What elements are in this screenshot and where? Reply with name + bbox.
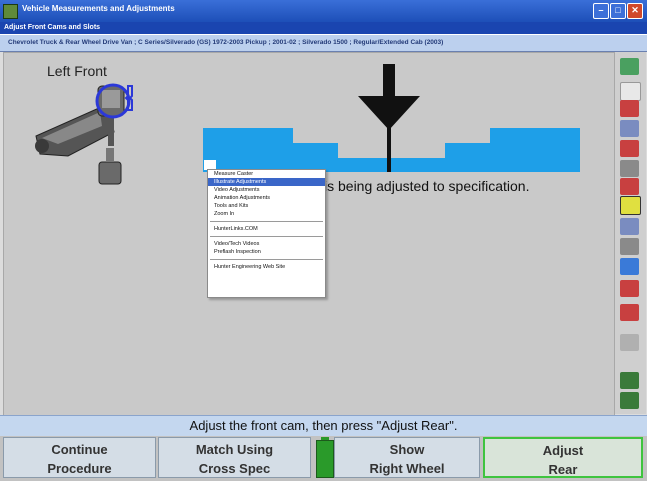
help-icon[interactable] — [620, 58, 639, 75]
menu-item[interactable]: Video Adjustments — [208, 186, 325, 194]
rear-axle-icon[interactable] — [620, 392, 639, 409]
front-axle-icon[interactable] — [620, 372, 639, 389]
window-titlebar: Vehicle Measurements and Adjustments – □… — [0, 0, 647, 22]
maximize-icon[interactable]: □ — [610, 3, 626, 19]
menu-item[interactable]: HunterLinks.COM — [208, 225, 325, 233]
menu-item[interactable]: Zoom In — [208, 210, 325, 218]
meter-segment-left — [203, 128, 293, 172]
button-label: Adjust — [542, 443, 584, 458]
show-right-wheel-button[interactable]: Show Right Wheel — [334, 437, 480, 478]
meter-segment-right — [490, 128, 580, 172]
menu-item[interactable]: Tools and Kits — [208, 202, 325, 210]
button-label: Match Using — [195, 442, 274, 457]
app-icon — [3, 4, 18, 19]
menu-separator — [210, 236, 323, 237]
adjust-rear-button[interactable]: Adjust Rear — [483, 437, 643, 478]
wrench-tool-icon[interactable] — [620, 334, 639, 351]
vehicle-bar: Chevrolet Truck & Rear Wheel Drive Van ;… — [0, 34, 647, 52]
camber-icon[interactable] — [620, 178, 639, 195]
menu-item[interactable]: Video/Tech Videos — [208, 240, 325, 248]
suspension-illustration[interactable] — [28, 78, 138, 198]
minimize-icon[interactable]: – — [593, 3, 609, 19]
section-title: Adjust Front Cams and Slots — [4, 24, 101, 31]
cam-bolt-icon[interactable] — [620, 304, 639, 321]
menu-item[interactable]: Animation Adjustments — [208, 194, 325, 202]
down-arrow-icon — [358, 96, 420, 130]
sensor-icon[interactable] — [620, 160, 639, 177]
continue-procedure-button[interactable]: Continue Procedure — [3, 437, 156, 478]
adjust-tool-icon[interactable] — [620, 196, 641, 215]
menu-separator — [210, 259, 323, 260]
menu-separator — [210, 221, 323, 222]
bolt-icon[interactable] — [620, 280, 639, 297]
menu-item[interactable]: Hunter Engineering Web Site — [208, 263, 325, 271]
alignment-meter — [203, 64, 580, 172]
button-label: Right Wheel — [369, 461, 445, 476]
right-toolbar — [614, 52, 646, 414]
meter-segment — [445, 143, 490, 172]
button-label: Procedure — [47, 461, 112, 476]
instruction-bar: Adjust the front cam, then press "Adjust… — [0, 415, 647, 436]
toe-icon[interactable] — [620, 218, 639, 235]
vehicle-description: Chevrolet Truck & Rear Wheel Drive Van ;… — [8, 39, 444, 46]
wheel-tool-icon[interactable] — [620, 100, 639, 117]
match-cross-spec-button[interactable]: Match Using Cross Spec — [158, 437, 311, 478]
menu-item[interactable]: Preflash Inspection — [208, 248, 325, 256]
section-title-bar: Adjust Front Cams and Slots — [0, 22, 647, 34]
wheel-label: Left Front — [47, 63, 107, 79]
menu-item[interactable]: Measure Caster — [208, 170, 325, 178]
meter-segment-center — [338, 158, 445, 172]
meter-needle — [387, 126, 391, 172]
status-message: is being adjusted to specification. — [324, 178, 530, 194]
button-label: Rear — [548, 462, 578, 477]
menu-item[interactable]: Illustrate Adjustments — [208, 178, 325, 186]
meter-segment — [293, 143, 338, 172]
cam-icon[interactable] — [620, 140, 639, 157]
button-label: Show — [389, 442, 425, 457]
blank-tool-icon[interactable] — [620, 82, 641, 101]
battery-icon — [316, 437, 334, 478]
caster-icon[interactable] — [620, 238, 639, 255]
context-menu: Measure Caster Illustrate Adjustments Vide… — [207, 169, 326, 298]
close-icon[interactable]: ✕ — [627, 3, 643, 19]
gauge-icon[interactable] — [620, 120, 639, 137]
window-title: Vehicle Measurements and Adjustments — [22, 4, 175, 13]
button-label: Cross Spec — [198, 461, 271, 476]
target-icon[interactable] — [620, 258, 639, 275]
button-label: Continue — [51, 442, 108, 457]
